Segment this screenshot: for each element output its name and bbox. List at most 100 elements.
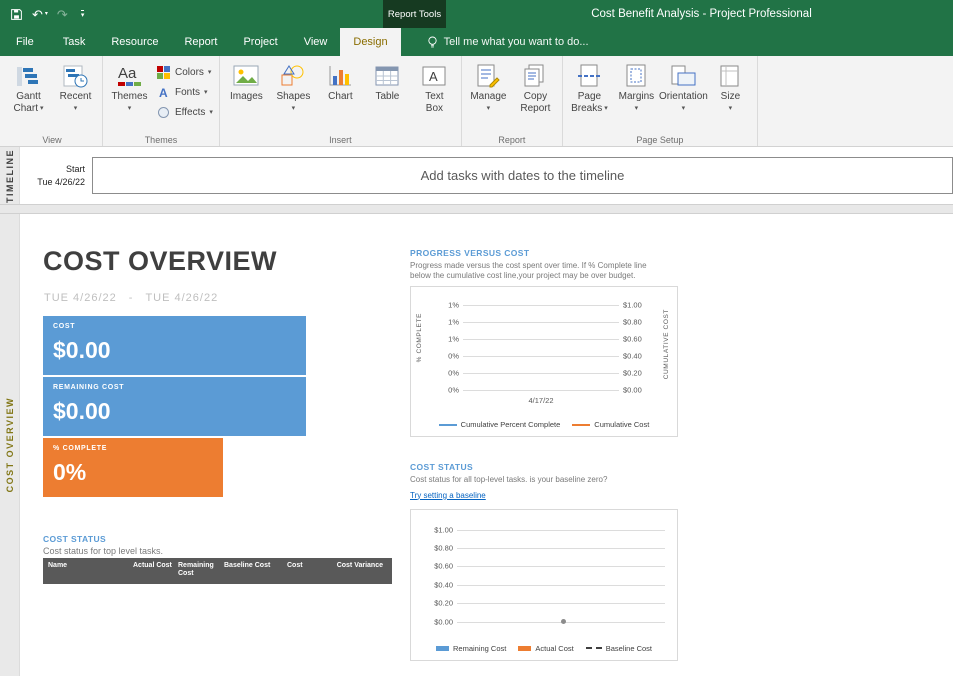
legend-label: Baseline Cost bbox=[606, 644, 652, 653]
tab-task[interactable]: Task bbox=[50, 28, 99, 56]
timeline-side-strip: TIMELINE bbox=[0, 147, 20, 204]
y-tick: $0.00 bbox=[434, 617, 453, 626]
button-label: Box bbox=[426, 103, 443, 115]
chart-button[interactable]: Chart bbox=[317, 58, 364, 132]
gantt-chart-icon bbox=[16, 61, 41, 91]
recent-icon bbox=[63, 61, 88, 91]
report-canvas[interactable]: COST OVERVIEW TUE 4/26/22 - TUE 4/26/22 … bbox=[20, 214, 953, 676]
cost-card[interactable]: COST $0.00 bbox=[43, 316, 306, 375]
customize-qat-button[interactable]: ▾ bbox=[77, 10, 85, 19]
save-button[interactable] bbox=[10, 8, 23, 21]
button-label: Table bbox=[375, 91, 399, 103]
tab-view[interactable]: View bbox=[291, 28, 341, 56]
chevron-down-icon: ▾ bbox=[635, 103, 639, 115]
tab-file[interactable]: File bbox=[0, 28, 50, 56]
remaining-cost-card-label: REMAINING COST bbox=[53, 384, 296, 391]
y-tick-right: $0.40 bbox=[623, 352, 642, 361]
svg-text:Aa: Aa bbox=[118, 65, 137, 82]
ribbon-group-insert: Images Shapes ▾ Chart Table A Text Box I… bbox=[220, 56, 462, 146]
colors-button[interactable]: Colors ▾ bbox=[156, 64, 213, 80]
legend-bar-icon bbox=[518, 646, 531, 651]
table-icon bbox=[374, 61, 400, 91]
chevron-down-icon: ▾ bbox=[292, 103, 296, 115]
report-date-range: TUE 4/26/22 - TUE 4/26/22 bbox=[44, 292, 218, 304]
gantt-chart-button[interactable]: Gantt Chart▾ bbox=[5, 58, 52, 132]
effects-button[interactable]: Effects ▾ bbox=[156, 104, 213, 120]
chevron-down-icon: ▾ bbox=[204, 88, 208, 96]
group-label-insert: Insert bbox=[220, 135, 461, 145]
margins-button[interactable]: Margins ▾ bbox=[613, 58, 660, 132]
cost-status-table-heading: COST STATUS bbox=[43, 534, 163, 544]
fonts-button[interactable]: A Fonts ▾ bbox=[156, 84, 213, 100]
button-label: Margins bbox=[619, 91, 655, 103]
y-tick-right: $1.00 bbox=[623, 301, 642, 310]
chevron-down-icon: ▾ bbox=[487, 103, 491, 115]
column-header: Name bbox=[48, 562, 133, 580]
button-label: Text bbox=[425, 91, 443, 103]
page-breaks-button[interactable]: Page Breaks▾ bbox=[566, 58, 613, 132]
x-axis-tick: 4/17/22 bbox=[463, 396, 619, 405]
table-button[interactable]: Table bbox=[364, 58, 411, 132]
text-box-button[interactable]: A Text Box bbox=[411, 58, 458, 132]
remaining-cost-card[interactable]: REMAINING COST $0.00 bbox=[43, 377, 306, 436]
progress-versus-cost-chart[interactable]: % COMPLETE CUMULATIVE COST 1% 1% 1% 0% 0… bbox=[410, 286, 678, 437]
ribbon-group-report: Manage ▾ Copy Report Report bbox=[462, 56, 563, 146]
title-bar: ↶▾ ↷ ▾ Report Tools Cost Benefit Analysi… bbox=[0, 0, 953, 28]
cost-status-table-columns[interactable]: Name Actual Cost Remaining Cost Baseline… bbox=[43, 558, 392, 584]
data-point-dot bbox=[561, 619, 566, 624]
timeline-start-block: Start Tue 4/26/22 bbox=[20, 163, 92, 189]
ribbon-group-themes: Aa Themes ▾ Colors ▾ A Fonts ▾ Effects bbox=[103, 56, 220, 146]
copy-report-button[interactable]: Copy Report bbox=[512, 58, 559, 132]
set-baseline-link[interactable]: Try setting a baseline bbox=[410, 491, 486, 500]
cost-status-chart-heading: COST STATUS bbox=[410, 462, 678, 472]
ribbon-group-view: Gantt Chart▾ Recent ▾ View bbox=[2, 56, 103, 146]
pane-splitter[interactable] bbox=[0, 204, 953, 214]
ribbon-tab-row: File Task Resource Report Project View D… bbox=[0, 28, 953, 56]
button-label: Shapes bbox=[276, 91, 310, 103]
manage-button[interactable]: Manage ▾ bbox=[465, 58, 512, 132]
tell-me-box[interactable]: Tell me what you want to do... bbox=[427, 28, 589, 56]
y-tick-right: $0.60 bbox=[623, 335, 642, 344]
legend-label: Cumulative Percent Complete bbox=[461, 420, 561, 429]
chevron-down-icon: ▾ bbox=[604, 103, 608, 115]
size-button[interactable]: Size ▾ bbox=[707, 58, 754, 132]
lightbulb-icon bbox=[427, 36, 438, 49]
percent-complete-card[interactable]: % COMPLETE 0% bbox=[43, 438, 223, 497]
fonts-icon: A bbox=[156, 85, 171, 99]
legend-line-icon bbox=[439, 424, 457, 426]
orientation-button[interactable]: Orientation ▾ bbox=[660, 58, 707, 132]
undo-button[interactable]: ↶▾ bbox=[32, 8, 48, 21]
tab-report[interactable]: Report bbox=[171, 28, 230, 56]
tell-me-text: Tell me what you want to do... bbox=[444, 36, 589, 48]
y-tick: $0.40 bbox=[434, 580, 453, 589]
report-side-strip: COST OVERVIEW bbox=[0, 214, 20, 676]
quick-access-toolbar: ↶▾ ↷ ▾ bbox=[0, 8, 84, 21]
y-tick: 0% bbox=[448, 369, 459, 378]
tab-project[interactable]: Project bbox=[230, 28, 290, 56]
y-tick-right: $0.80 bbox=[623, 318, 642, 327]
button-label: Effects bbox=[175, 107, 205, 118]
timeline-add-tasks-box[interactable]: Add tasks with dates to the timeline bbox=[92, 157, 953, 194]
images-button[interactable]: Images bbox=[223, 58, 270, 132]
shapes-button[interactable]: Shapes ▾ bbox=[270, 58, 317, 132]
themes-button[interactable]: Aa Themes ▾ bbox=[106, 58, 153, 132]
recent-button[interactable]: Recent ▾ bbox=[52, 58, 99, 132]
contextual-tab-group-label: Report Tools bbox=[383, 0, 446, 28]
button-label: Page bbox=[578, 91, 601, 103]
chart-legend: Remaining Cost Actual Cost Baseline Cost bbox=[411, 644, 677, 653]
page-breaks-icon bbox=[576, 61, 602, 91]
tab-design[interactable]: Design bbox=[340, 28, 400, 56]
legend-item: Actual Cost bbox=[518, 644, 573, 653]
column-header: Cost bbox=[287, 562, 335, 580]
legend-item: Baseline Cost bbox=[586, 644, 652, 653]
cost-status-chart[interactable]: $1.00 $0.80 $0.60 $0.40 $0.20 $0.00 Rema… bbox=[410, 509, 678, 661]
plot-area: 1% 1% 1% 0% 0% 0% $1.00 $0.80 $0.60 $0.4… bbox=[463, 305, 619, 390]
button-label: Fonts bbox=[175, 87, 200, 98]
copy-report-icon bbox=[522, 61, 548, 91]
save-icon bbox=[10, 8, 23, 21]
timeline-start-label: Start bbox=[20, 163, 85, 176]
tab-resource[interactable]: Resource bbox=[98, 28, 171, 56]
chevron-down-icon: ▾ bbox=[40, 103, 44, 115]
redo-button[interactable]: ↷ bbox=[57, 8, 68, 21]
margins-icon bbox=[623, 61, 649, 91]
